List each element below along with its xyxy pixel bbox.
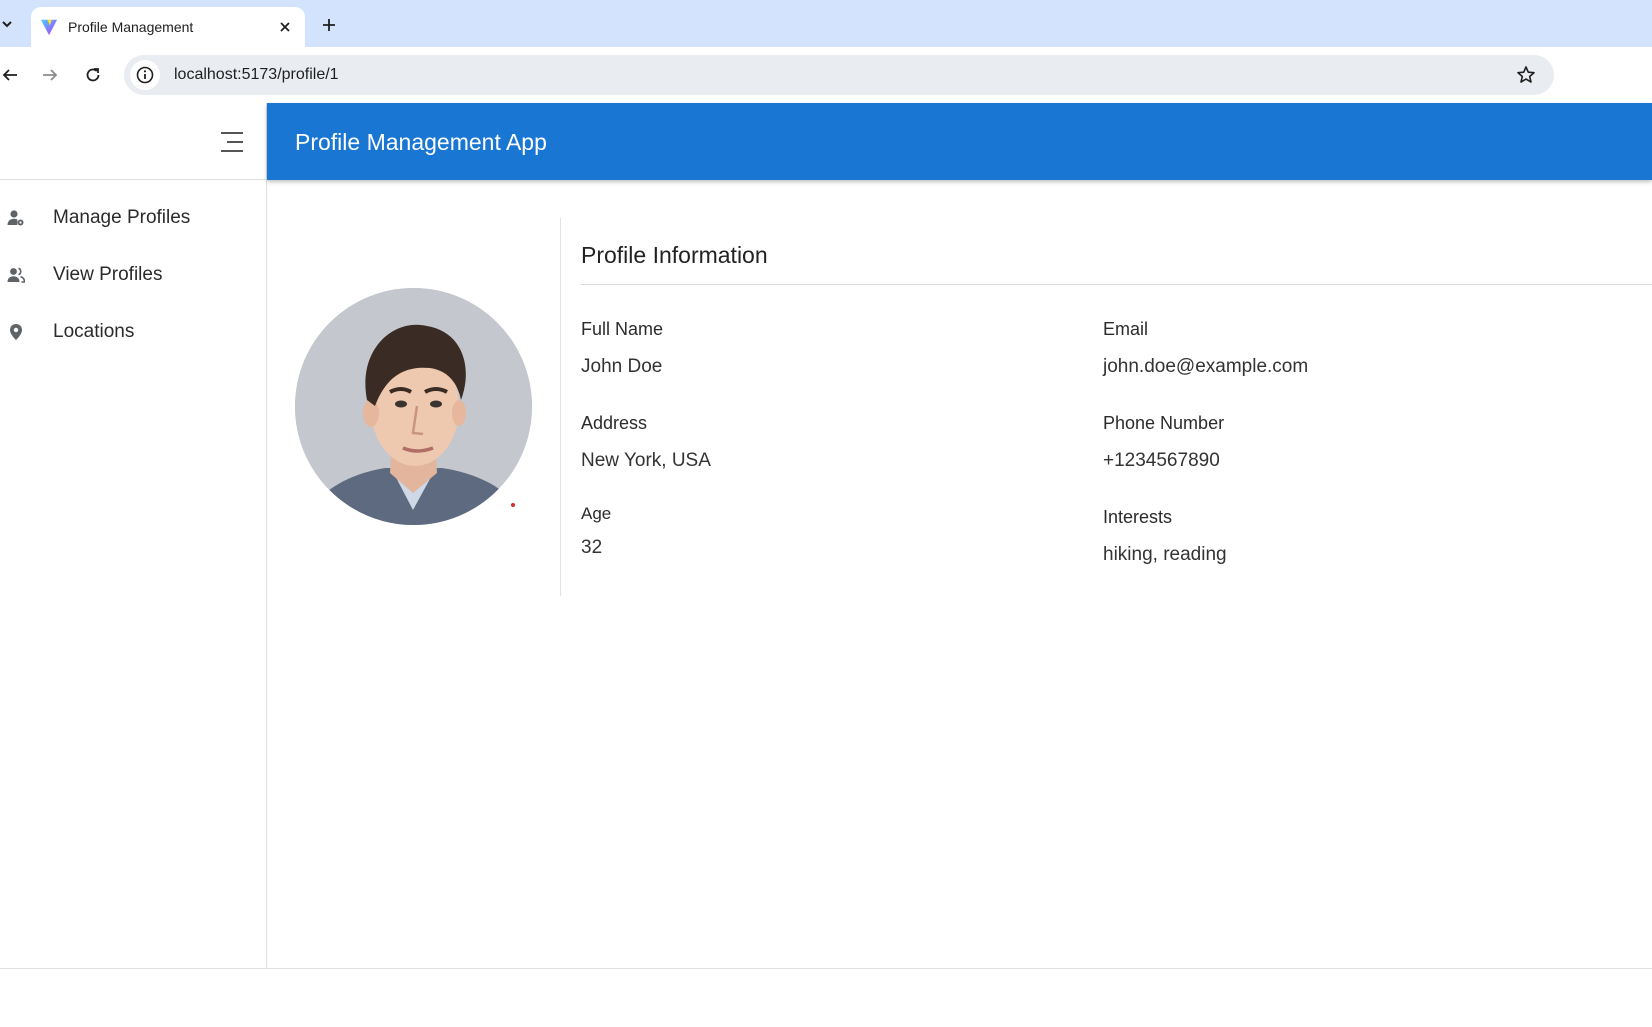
sidebar-item-locations[interactable]: Locations xyxy=(0,307,266,357)
people-icon xyxy=(7,267,25,283)
app-title: Profile Management App xyxy=(295,129,547,155)
email-label: Email xyxy=(1103,319,1149,339)
location-pin-icon xyxy=(10,324,22,340)
age-value: 32 xyxy=(581,537,603,558)
menu-icon[interactable] xyxy=(218,129,246,155)
section-title: Profile Information xyxy=(581,242,768,268)
reload-icon[interactable] xyxy=(79,61,107,89)
sidebar-item-label: View Profiles xyxy=(53,264,163,285)
bookmark-star-icon[interactable] xyxy=(1516,65,1536,85)
sidebar-item-manage-profiles[interactable]: Manage Profiles xyxy=(0,193,266,243)
profile-info-card: Profile Information Full Name John Doe E… xyxy=(560,218,1652,596)
email-value: john.doe@example.com xyxy=(1103,356,1309,377)
url-text: localhost:5173/profile/1 xyxy=(174,66,339,83)
divider xyxy=(581,284,1652,285)
tab-strip: Profile Management xyxy=(0,0,1652,47)
page-bottom-edge xyxy=(0,968,1652,1027)
address-label: Address xyxy=(581,413,648,433)
full-name-value: John Doe xyxy=(581,356,663,377)
forward-arrow-icon[interactable] xyxy=(36,61,64,89)
manage-profiles-icon xyxy=(7,210,24,226)
app-bar: Profile Management App xyxy=(267,103,1652,180)
sidebar-item-view-profiles[interactable]: View Profiles xyxy=(0,250,266,300)
phone-value: +1234567890 xyxy=(1103,450,1220,471)
age-label: Age xyxy=(581,504,612,523)
vite-logo-icon xyxy=(40,19,58,36)
profile-photo xyxy=(295,288,532,525)
tab-title: Profile Management xyxy=(68,19,194,35)
site-info-icon[interactable] xyxy=(130,60,160,90)
interests-value: hiking, reading xyxy=(1103,544,1227,565)
browser-toolbar: localhost:5173/profile/1 xyxy=(0,47,1652,103)
phone-label: Phone Number xyxy=(1103,413,1225,433)
interests-label: Interests xyxy=(1103,507,1173,527)
avatar xyxy=(295,288,532,525)
close-tab-icon[interactable] xyxy=(275,17,295,37)
sidebar-item-label: Manage Profiles xyxy=(53,207,191,228)
full-name-label: Full Name xyxy=(581,319,664,339)
sidebar-item-label: Locations xyxy=(53,321,135,342)
tab-search-chevron-icon[interactable] xyxy=(0,12,14,36)
address-value: New York, USA xyxy=(581,450,711,471)
browser-tab[interactable]: Profile Management xyxy=(31,7,305,47)
status-dot xyxy=(511,503,515,507)
address-bar[interactable]: localhost:5173/profile/1 xyxy=(124,55,1554,95)
new-tab-plus-icon[interactable] xyxy=(316,12,342,38)
sidebar-header xyxy=(0,103,266,180)
sidebar: Manage Profiles View Profiles Locations xyxy=(0,103,267,969)
back-arrow-icon[interactable] xyxy=(0,61,24,89)
